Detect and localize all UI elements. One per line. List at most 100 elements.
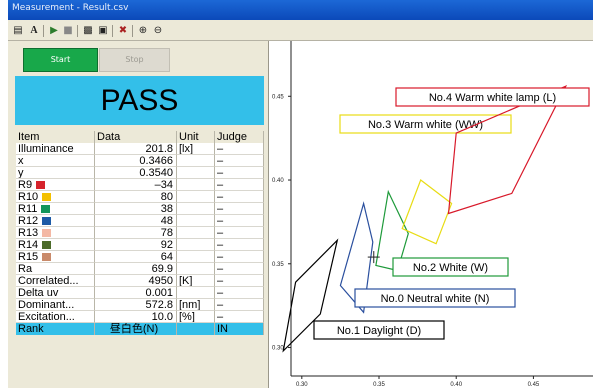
cell-data: 4950 xyxy=(95,275,177,287)
play-icon[interactable]: ▶ xyxy=(47,24,61,38)
print-icon[interactable]: ▩ xyxy=(81,24,95,38)
cell-data-text: 4950 xyxy=(148,275,173,287)
cell-judge-text: – xyxy=(217,251,224,263)
cell-item: R12 xyxy=(16,215,95,227)
x-tick-label: 0.30 xyxy=(296,382,308,388)
color-swatch-icon xyxy=(42,241,52,250)
cell-item: Ra xyxy=(16,263,95,275)
table-row[interactable]: R9 –34 – xyxy=(16,179,264,191)
table-row[interactable]: R11 38 – xyxy=(16,203,264,215)
cell-judge: – xyxy=(215,143,264,155)
table-row[interactable]: R14 92 – xyxy=(16,239,264,251)
x-tick-label: 0.40 xyxy=(450,382,462,388)
stop-button[interactable]: Stop xyxy=(99,48,170,72)
cell-unit-text: [lx] xyxy=(179,143,194,155)
table-row[interactable]: R15 64 – xyxy=(16,251,264,263)
cell-data: 48 xyxy=(95,215,177,227)
cell-unit xyxy=(177,191,215,203)
zoom-out-icon[interactable]: ⊖ xyxy=(151,24,165,38)
cell-unit xyxy=(177,167,215,179)
cell-unit: [nm] xyxy=(177,299,215,311)
x-tick-label: 0.45 xyxy=(528,382,540,388)
table-row[interactable]: R12 48 – xyxy=(16,215,264,227)
y-tick-label: 0.45 xyxy=(272,94,284,100)
cell-judge-text: – xyxy=(217,155,224,167)
cell-item: y xyxy=(16,167,95,179)
cell-data: 0.3466 xyxy=(95,155,177,167)
rank-region-3 xyxy=(401,179,453,245)
table-row[interactable]: Dominant... 572.8 [nm] – xyxy=(16,299,264,311)
cell-item: Correlated... xyxy=(16,275,95,287)
table-row[interactable]: Illuminance 201.8 [lx] – xyxy=(16,143,264,155)
table-row[interactable]: x 0.3466 – xyxy=(16,155,264,167)
cell-item: R15 xyxy=(16,251,95,263)
cell-judge: – xyxy=(215,155,264,167)
cell-item: Delta uv xyxy=(16,287,95,299)
cell-data-text: 48 xyxy=(160,215,173,227)
cell-judge: – xyxy=(215,167,264,179)
cell-item-text: y xyxy=(18,167,24,179)
table-row[interactable]: y 0.3540 – xyxy=(16,167,264,179)
rank-judge: IN xyxy=(215,323,264,335)
column-header-item[interactable]: Item xyxy=(16,131,95,143)
cell-data: –34 xyxy=(95,179,177,191)
font-icon[interactable]: A xyxy=(27,24,41,38)
cell-item-text: Dominant... xyxy=(18,299,75,311)
cell-judge-text: – xyxy=(217,287,224,299)
column-header-judge[interactable]: Judge xyxy=(215,131,264,143)
toolbar-separator xyxy=(77,25,78,37)
cell-judge: – xyxy=(215,203,264,215)
toolbar-separator xyxy=(132,25,133,37)
start-button[interactable]: Start xyxy=(23,48,98,72)
chromaticity-chart-panel: 0.30 0.35 0.40 0.45 0.45 0.40 0.35 0.30 No.1 Day… xyxy=(268,41,593,388)
cell-data-text: 64 xyxy=(160,251,173,263)
cell-data-text: 201.8 xyxy=(145,143,173,155)
cell-data: 38 xyxy=(95,203,177,215)
zoom-in-icon[interactable]: ⊕ xyxy=(136,24,150,38)
cell-judge: – xyxy=(215,287,264,299)
cell-item: Excitation... xyxy=(16,311,95,323)
column-header-data[interactable]: Data xyxy=(95,131,177,143)
cell-data: 201.8 xyxy=(95,143,177,155)
rank-value: 昼白色(N) xyxy=(95,323,177,335)
stop-icon[interactable]: ■ xyxy=(61,24,75,38)
list-icon[interactable]: ▤ xyxy=(11,24,25,38)
cell-judge: – xyxy=(215,299,264,311)
toolbar: ▤ A ▶ ■ ▩ ▣ ✖ ⊕ ⊖ xyxy=(8,22,593,41)
cell-judge-text: – xyxy=(217,143,224,155)
color-swatch-icon xyxy=(42,253,52,262)
table-row[interactable]: Correlated... 4950 [K] – xyxy=(16,275,264,287)
cell-item: R9 xyxy=(16,179,95,191)
table-row[interactable]: Delta uv 0.001 – xyxy=(16,287,264,299)
rank-row[interactable]: Rank 昼白色(N) IN xyxy=(16,323,264,335)
cell-judge-text: – xyxy=(217,179,224,191)
cell-item: R13 xyxy=(16,227,95,239)
cell-judge-text: – xyxy=(217,275,224,287)
cell-judge: – xyxy=(215,275,264,287)
cell-item-text: Excitation... xyxy=(18,311,75,323)
cell-data: 78 xyxy=(95,227,177,239)
cell-judge-text: – xyxy=(217,263,224,275)
cell-judge: – xyxy=(215,191,264,203)
left-panel: Start Stop PASS Item Data Unit Judge Ill… xyxy=(8,41,267,388)
cell-item-text: R14 xyxy=(18,239,39,251)
cell-unit: [%] xyxy=(177,311,215,323)
table-row[interactable]: Ra 69.9 – xyxy=(16,263,264,275)
color-swatch-icon xyxy=(42,193,52,202)
y-tick-label: 0.40 xyxy=(272,178,284,184)
cell-item-text: Delta uv xyxy=(18,287,59,299)
cell-data-text: 0.001 xyxy=(145,287,173,299)
table-row[interactable]: R13 78 – xyxy=(16,227,264,239)
cell-item-text: R10 xyxy=(18,191,39,203)
cell-item-text: Correlated... xyxy=(18,275,79,287)
cell-item-text: x xyxy=(18,155,24,167)
table-row[interactable]: Excitation... 10.0 [%] – xyxy=(16,311,264,323)
cell-judge-text: – xyxy=(217,191,224,203)
cell-data: 92 xyxy=(95,239,177,251)
column-header-unit[interactable]: Unit xyxy=(177,131,215,143)
cell-item-text: R9 xyxy=(18,179,33,191)
lock-icon[interactable]: ▣ xyxy=(96,24,110,38)
color-swatch-icon xyxy=(42,217,52,226)
settings-icon[interactable]: ✖ xyxy=(116,24,130,38)
table-row[interactable]: R10 80 – xyxy=(16,191,264,203)
